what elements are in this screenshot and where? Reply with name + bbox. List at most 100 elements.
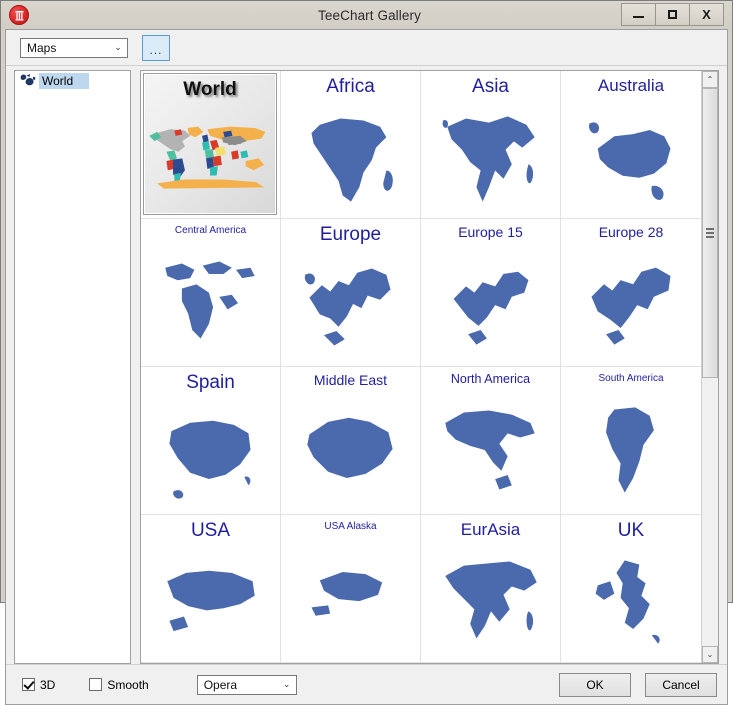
- tile-body: USA: [141, 515, 280, 662]
- tile-map-asia-icon: [421, 98, 560, 218]
- tile-map-europe28-icon: [561, 240, 701, 366]
- middle-split: World World Africa Asia Australia Central Am…: [6, 66, 727, 664]
- client-area: Maps ⌄ ... World World Africa Asia Austr…: [5, 29, 728, 705]
- threed-label: 3D: [40, 677, 56, 692]
- gallery-tile-northamerica[interactable]: North America: [421, 367, 561, 515]
- tile-body: USA Alaska: [281, 515, 420, 662]
- world-map-icon: [19, 73, 39, 89]
- minimize-button[interactable]: [621, 3, 656, 26]
- gallery-tile-spain[interactable]: Spain: [141, 367, 281, 515]
- tile-caption: Spain: [186, 372, 235, 393]
- tile-map-australia-icon: [561, 96, 701, 218]
- category-combo[interactable]: Maps ⌄: [20, 37, 128, 58]
- category-tree[interactable]: World: [14, 70, 131, 664]
- gallery-window: TeeChart Gallery X Maps ⌄ ... World Worl…: [0, 0, 733, 705]
- tile-caption: UK: [617, 520, 645, 541]
- tile-body: Spain: [141, 367, 280, 514]
- tile-map-southamerica-icon: [561, 384, 701, 514]
- gallery-grid[interactable]: World Africa Asia Australia Central America E…: [141, 71, 701, 663]
- tile-body: UK: [561, 515, 701, 662]
- more-options-button[interactable]: ...: [142, 34, 170, 61]
- gallery-tile-asia[interactable]: Asia: [421, 71, 561, 219]
- tile-map-africa-icon: [281, 98, 420, 218]
- tile-body: Asia: [421, 71, 560, 218]
- gallery-tile-usa[interactable]: USA: [141, 515, 281, 663]
- gallery-tile-world[interactable]: World: [141, 71, 281, 219]
- tile-body: Europe: [281, 219, 420, 366]
- tile-body: Europe 15: [421, 219, 560, 366]
- gallery-tile-usaalaska[interactable]: USA Alaska: [281, 515, 421, 663]
- close-button[interactable]: X: [689, 3, 724, 26]
- tile-map-world-icon: [144, 101, 276, 214]
- cancel-button[interactable]: Cancel: [645, 672, 717, 697]
- tile-caption: Australia: [597, 76, 665, 95]
- tile-map-middleeast-icon: [281, 388, 420, 514]
- gallery-tile-africa[interactable]: Africa: [281, 71, 421, 219]
- smooth-checkbox[interactable]: Smooth: [89, 677, 149, 692]
- bottom-toolbar: 3D Smooth Opera ⌄ OK Cancel: [6, 664, 727, 704]
- gallery-tile-europe15[interactable]: Europe 15: [421, 219, 561, 367]
- gallery-scrollbar[interactable]: ⌃ ⌄: [701, 71, 718, 663]
- tile-body: North America: [421, 367, 560, 514]
- smooth-label: Smooth: [107, 677, 149, 692]
- maximize-button[interactable]: [655, 3, 690, 26]
- tile-body: Central America: [141, 219, 280, 366]
- tile-body: Europe 28: [561, 219, 701, 366]
- ok-button[interactable]: OK: [559, 672, 631, 697]
- tile-map-europe-icon: [281, 246, 420, 366]
- chevron-down-icon: ⌄: [114, 42, 122, 52]
- scrollbar-track[interactable]: [702, 88, 718, 646]
- gallery-tile-eurasia[interactable]: EurAsia: [421, 515, 561, 663]
- tile-caption: Europe: [319, 224, 382, 245]
- gallery-tile-southamerica[interactable]: South America: [561, 367, 701, 515]
- tile-body: Africa: [281, 71, 420, 218]
- tile-caption: Middle East: [313, 372, 388, 388]
- tile-map-centralamerica-icon: [141, 236, 280, 366]
- gallery-tile-middleeast[interactable]: Middle East: [281, 367, 421, 515]
- gallery-panel: World Africa Asia Australia Central America E…: [140, 70, 719, 664]
- gallery-tile-europe28[interactable]: Europe 28: [561, 219, 701, 367]
- tile-caption: World: [183, 79, 237, 100]
- teechart-app-icon: [9, 5, 29, 25]
- tile-map-europe15-icon: [421, 240, 560, 366]
- scrollbar-thumb[interactable]: [702, 88, 718, 378]
- theme-combo-value: Opera: [203, 677, 238, 692]
- tile-map-northamerica-icon: [421, 387, 560, 514]
- gallery-tile-centralamerica[interactable]: Central America: [141, 219, 281, 367]
- tile-caption: Europe 28: [598, 224, 664, 240]
- chevron-down-icon: ⌄: [282, 679, 291, 689]
- tile-caption: South America: [598, 373, 664, 384]
- category-combo-value: Maps: [27, 40, 57, 55]
- tree-item-world[interactable]: World: [15, 71, 130, 90]
- tile-body: Middle East: [281, 367, 420, 514]
- scroll-up-button[interactable]: ⌃: [702, 71, 718, 88]
- tile-body: Australia: [561, 71, 701, 218]
- title-bar: TeeChart Gallery X: [1, 1, 732, 29]
- gallery-tile-uk[interactable]: UK: [561, 515, 701, 663]
- tile-map-eurasia-icon: [421, 540, 560, 662]
- minimize-icon: [633, 16, 644, 18]
- tile-caption: Asia: [472, 76, 509, 97]
- tile-caption: Central America: [174, 225, 247, 236]
- tile-caption: Europe 15: [458, 224, 523, 240]
- tile-caption: EurAsia: [460, 520, 521, 539]
- tile-caption: North America: [450, 372, 531, 386]
- checkbox-box: [89, 678, 103, 691]
- top-toolbar: Maps ⌄ ...: [6, 30, 727, 66]
- tile-caption: Africa: [326, 76, 375, 97]
- gallery-tile-europe[interactable]: Europe: [281, 219, 421, 367]
- tile-map-usaalaska-icon: [281, 532, 420, 662]
- theme-combo[interactable]: Opera ⌄: [196, 674, 297, 695]
- grip-icon: [706, 226, 714, 240]
- window-controls: X: [621, 3, 724, 26]
- tree-item-label: World: [39, 72, 90, 89]
- tile-body: EurAsia: [421, 515, 560, 662]
- maximize-icon: [668, 10, 677, 19]
- tile-selection-frame: World: [143, 73, 277, 215]
- tile-map-spain-icon: [141, 394, 280, 514]
- gallery-tile-australia[interactable]: Australia: [561, 71, 701, 219]
- checkbox-box: [22, 678, 35, 691]
- tile-caption: USA Alaska: [324, 521, 377, 532]
- threed-checkbox[interactable]: 3D: [22, 678, 55, 692]
- scroll-down-button[interactable]: ⌄: [702, 646, 718, 663]
